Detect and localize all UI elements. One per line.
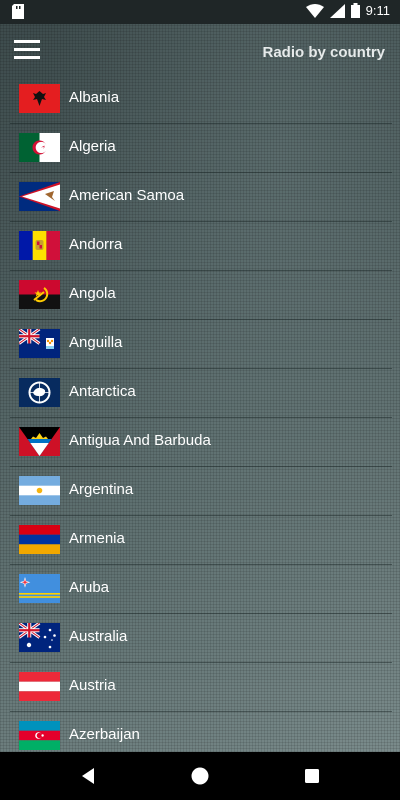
home-button[interactable]	[190, 766, 210, 786]
app-screen: 9:11 Radio by country Albania Algeria Am…	[0, 0, 400, 800]
azerbaijan-flag-icon	[19, 721, 60, 750]
list-item-armenia[interactable]: Armenia	[10, 516, 392, 565]
hamburger-icon	[14, 40, 40, 43]
country-name: Armenia	[69, 530, 125, 547]
list-item-australia[interactable]: Australia	[10, 614, 392, 663]
list-item-azerbaijan[interactable]: Azerbaijan	[10, 712, 392, 755]
hamburger-icon-line	[14, 56, 40, 59]
list-item-argentina[interactable]: Argentina	[10, 467, 392, 516]
signal-icon	[329, 3, 345, 18]
navigation-bar	[0, 752, 400, 800]
algeria-flag-icon	[19, 133, 60, 162]
menu-button[interactable]	[14, 40, 40, 62]
list-item-angola[interactable]: Angola	[10, 271, 392, 320]
list-item-andorra[interactable]: Andorra	[10, 222, 392, 271]
list-item-anguilla[interactable]: Anguilla	[10, 320, 392, 369]
country-name: Albania	[69, 89, 120, 106]
country-name: Austria	[69, 677, 116, 694]
hamburger-icon-line	[14, 48, 40, 51]
andorra-flag-icon	[19, 231, 60, 260]
recents-square-icon	[305, 769, 319, 783]
status-icons: 9:11	[305, 3, 390, 18]
country-name: Angola	[69, 285, 116, 302]
country-name: Andorra	[69, 236, 123, 253]
antarctica-flag-icon	[19, 378, 60, 407]
status-bar: 9:11	[0, 0, 400, 24]
anguilla-flag-icon	[19, 329, 60, 358]
austria-flag-icon	[19, 672, 60, 701]
australia-flag-icon	[19, 623, 60, 652]
country-name: Argentina	[69, 481, 134, 498]
list-item-american-samoa[interactable]: American Samoa	[10, 173, 392, 222]
american-samoa-flag-icon	[19, 182, 60, 211]
country-name: Australia	[69, 628, 128, 645]
app-bar: Radio by country	[0, 24, 400, 80]
list-item-austria[interactable]: Austria	[10, 663, 392, 712]
battery-icon	[350, 3, 360, 18]
country-name: Aruba	[69, 579, 110, 596]
list-item-antigua-and-barbuda[interactable]: Antigua And Barbuda	[10, 418, 392, 467]
armenia-flag-icon	[19, 525, 60, 554]
list-item-aruba[interactable]: Aruba	[10, 565, 392, 614]
list-item-antarctica[interactable]: Antarctica	[10, 369, 392, 418]
country-name: Algeria	[69, 138, 116, 155]
angola-flag-icon	[19, 280, 60, 309]
country-name: Antarctica	[69, 383, 136, 400]
sd-card-icon	[12, 4, 24, 24]
list-item-algeria[interactable]: Algeria	[10, 124, 392, 173]
wifi-icon	[305, 3, 324, 18]
home-circle-icon	[191, 767, 209, 785]
country-name: Antigua And Barbuda	[69, 432, 211, 449]
antigua-and-barbuda-flag-icon	[19, 427, 60, 456]
country-name: Anguilla	[69, 334, 123, 351]
list-item-albania[interactable]: Albania	[10, 75, 392, 124]
country-name: Azerbaijan	[69, 726, 140, 743]
argentina-flag-icon	[19, 476, 60, 505]
country-list[interactable]: Albania Algeria American Samoa Andorra A	[10, 75, 392, 755]
recents-button[interactable]	[302, 766, 322, 786]
page-title: Radio by country	[262, 44, 385, 61]
aruba-flag-icon	[19, 574, 60, 603]
country-name: American Samoa	[69, 187, 185, 204]
status-time: 9:11	[365, 3, 390, 18]
albania-flag-icon	[19, 84, 60, 113]
back-triangle-icon	[82, 768, 94, 784]
back-button[interactable]	[78, 766, 98, 786]
